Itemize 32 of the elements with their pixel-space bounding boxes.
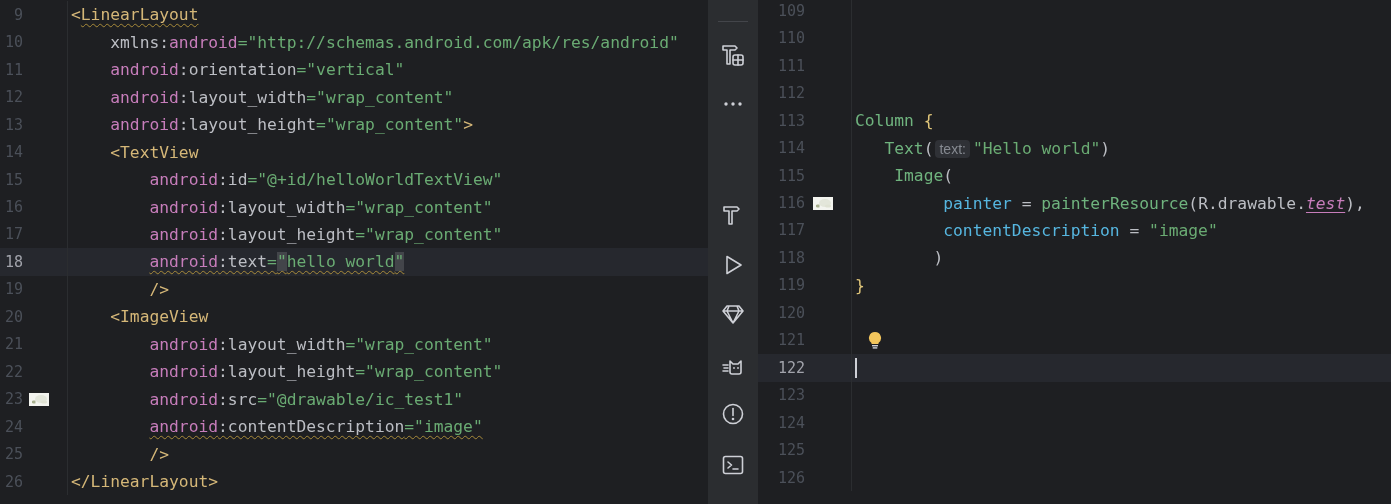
code-line: /> xyxy=(148,444,170,464)
line-number: 122 xyxy=(776,358,805,377)
alert-icon[interactable] xyxy=(721,402,745,426)
code-line: android:orientation="vertical" xyxy=(109,60,405,80)
code-line: android:layout_height="wrap_content"> xyxy=(109,115,473,135)
code-line: android:layout_width="wrap_content" xyxy=(148,334,493,354)
code-line: android:src="@drawable/ic_test1" xyxy=(148,389,464,409)
code-line: android:layout_width="wrap_content" xyxy=(109,87,454,107)
lightbulb-icon[interactable] xyxy=(868,330,882,350)
code-line: </LinearLayout> xyxy=(71,472,219,492)
code-line: Text( text: "Hello world") xyxy=(883,138,1111,158)
code-line: android:contentDescription="image" xyxy=(148,417,483,437)
code-line: painter = painterResource(R.drawable.test), xyxy=(942,193,1365,213)
code-line: <LinearLayout xyxy=(71,5,199,25)
gem-icon[interactable] xyxy=(721,302,745,326)
hammer-grid-icon[interactable] xyxy=(721,43,745,67)
code-line: contentDescription = "image" xyxy=(942,221,1218,240)
code-line: android:id="@+id/helloWorldTextView" xyxy=(148,170,503,190)
terminal-icon[interactable] xyxy=(721,453,745,477)
code-line: <TextView xyxy=(109,142,199,162)
code-line: <ImageView xyxy=(109,307,209,327)
code-line: Image( xyxy=(893,166,954,186)
code-line: android:layout_height="wrap_content" xyxy=(148,225,503,244)
code-line: xmlns:android="http://schemas.android.com/apk/res/android" xyxy=(109,32,679,52)
code-line: /> xyxy=(148,279,170,299)
code-line: } xyxy=(855,275,865,295)
line-number: 18 xyxy=(3,252,23,271)
code-line: android:text="hello world" xyxy=(148,252,405,272)
code-line: android:layout_height="wrap_content" xyxy=(148,362,503,382)
code-line: android:layout_width="wrap_content" xyxy=(148,197,493,217)
code-line: ) xyxy=(932,248,944,268)
code-line: Column { xyxy=(855,111,934,131)
